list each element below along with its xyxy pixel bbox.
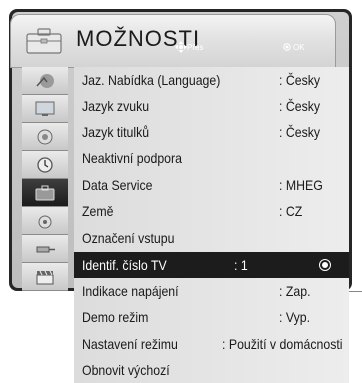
lock-icon xyxy=(38,215,52,228)
menu-row-demo-mode[interactable]: Demo režim : Vyp. xyxy=(74,304,349,330)
row-value: : 1 xyxy=(234,257,248,273)
menu-row-factory-reset[interactable]: Obnovit výchozí xyxy=(74,357,349,383)
menu-row-menu-language[interactable]: Jaz. Nabídka (Language) : Česky xyxy=(74,67,349,93)
row-value: : CZ xyxy=(279,203,303,219)
menu-row-power-indicator[interactable]: Indikace napájení : Zap. xyxy=(74,278,349,304)
sidebar xyxy=(22,67,68,292)
sidebar-item-media[interactable] xyxy=(22,263,68,291)
sidebar-item-options[interactable] xyxy=(22,179,68,207)
picture-icon xyxy=(36,73,54,88)
media-clapper-icon xyxy=(36,270,54,284)
row-label: Identif. číslo TV xyxy=(82,257,167,273)
menu-row-mode-setting[interactable]: Nastavení režimu : Použití v domácnosti xyxy=(74,331,349,357)
briefcase-icon xyxy=(26,28,62,54)
menu-row-data-service[interactable]: Data Service : MHEG xyxy=(74,172,349,198)
row-label: Neaktivní podpora xyxy=(82,150,183,166)
row-label: Indikace napájení xyxy=(82,283,179,299)
hint-move-label: Přes xyxy=(187,43,204,52)
menu-row-disability-support[interactable]: Neaktivní podpora xyxy=(74,145,349,171)
screen-icon xyxy=(35,101,55,116)
row-value: : MHEG xyxy=(279,177,323,193)
divider xyxy=(349,291,362,292)
row-value: : Česky xyxy=(279,124,321,140)
menu-header: MOŽNOSTI Přes OK xyxy=(10,14,336,68)
ok-button-icon xyxy=(283,43,291,51)
row-label: Jaz. Nabídka (Language) xyxy=(82,72,221,88)
input-plug-icon xyxy=(36,246,55,252)
menu-row-subtitle-language[interactable]: Jazyk titulků : Česky xyxy=(74,119,349,145)
hint-ok-label: OK xyxy=(293,43,305,52)
clock-icon xyxy=(37,156,53,173)
options-briefcase-icon xyxy=(35,185,55,200)
row-label: Nastavení režimu xyxy=(82,336,178,352)
options-panel: Jaz. Nabídka (Language) : Česky Jazyk zv… xyxy=(74,67,349,383)
row-label: Demo režim xyxy=(82,309,149,325)
row-label: Označení vstupu xyxy=(82,230,175,246)
navigation-arrows-icon xyxy=(175,41,187,53)
row-value: : Zap. xyxy=(279,283,311,299)
row-label: Obnovit výchozí xyxy=(82,362,170,378)
sidebar-item-picture[interactable] xyxy=(22,67,68,95)
row-value: : Vyp. xyxy=(279,309,311,325)
sidebar-item-screen[interactable] xyxy=(22,95,68,123)
selected-radio-icon xyxy=(319,259,331,271)
sidebar-item-time[interactable] xyxy=(22,151,68,179)
row-label: Data Service xyxy=(82,177,153,193)
menu-row-audio-language[interactable]: Jazyk zvuku : Česky xyxy=(74,93,349,119)
row-label: Jazyk zvuku xyxy=(82,98,150,114)
menu-row-input-label[interactable]: Označení vstupu xyxy=(74,225,349,251)
menu-row-country[interactable]: Země : CZ xyxy=(74,198,349,224)
audio-icon xyxy=(37,129,53,144)
row-label: Země xyxy=(82,203,114,219)
row-label: Jazyk titulků xyxy=(82,124,150,140)
row-value: : Použití v domácnosti xyxy=(222,336,343,352)
row-value: : Česky xyxy=(279,72,321,88)
row-value: : Česky xyxy=(279,98,321,114)
sidebar-item-input[interactable] xyxy=(22,235,68,263)
menu-row-tv-id[interactable]: Identif. číslo TV : 1 xyxy=(74,252,349,278)
sidebar-item-audio[interactable] xyxy=(22,123,68,151)
sidebar-item-lock[interactable] xyxy=(22,207,68,235)
